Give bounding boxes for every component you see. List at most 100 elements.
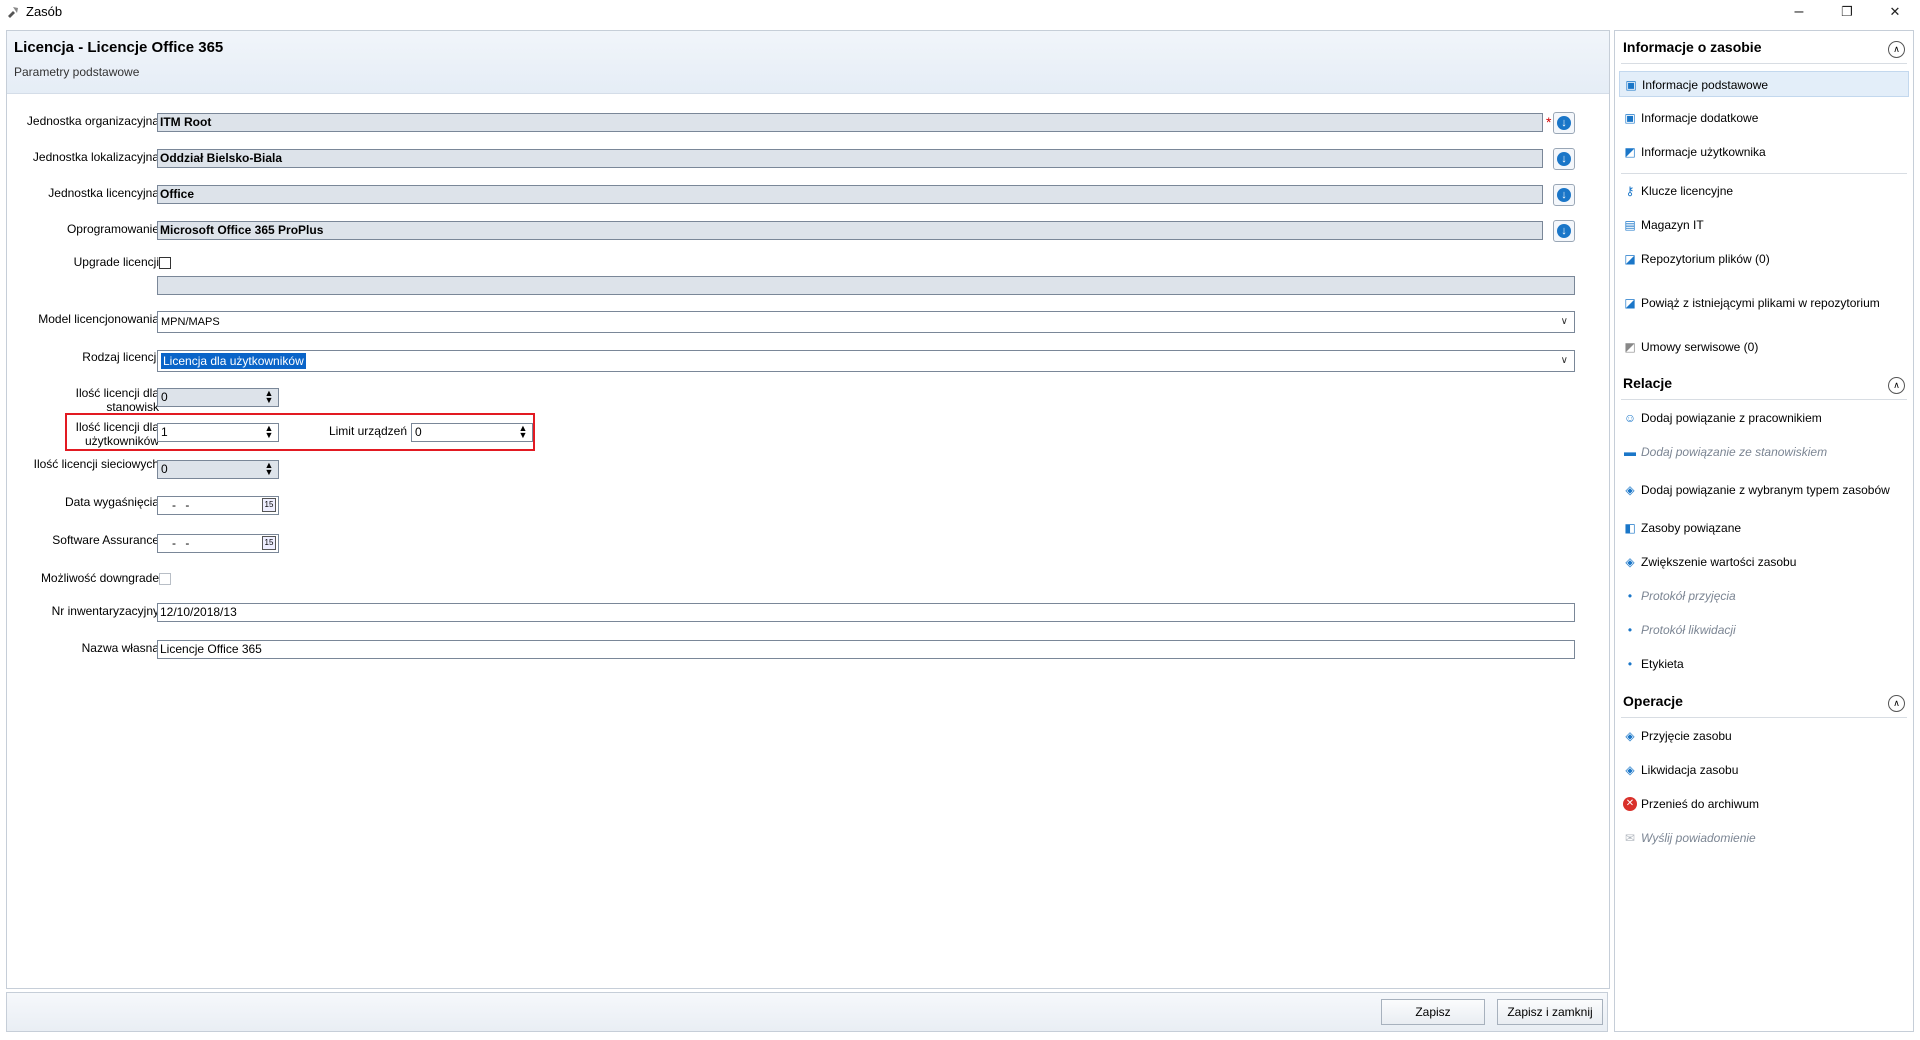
label-jednostka-organizacyjna: Jednostka organizacyjna xyxy=(26,114,159,128)
rodzaj-licencji-select[interactable]: Licencja dla użytkowników ∨ xyxy=(157,350,1575,372)
side-item-zasoby-powiazane[interactable]: ◧ Zasoby powiązane xyxy=(1619,515,1909,541)
protocol-icon: • xyxy=(1627,623,1633,637)
mail-icon: ✉ xyxy=(1624,831,1636,845)
label-icon: • xyxy=(1627,657,1633,671)
side-item-zwiekszenie-wartosci[interactable]: ◈ Zwiększenie wartości zasobu xyxy=(1619,549,1909,575)
side-item-label: Zwiększenie wartości zasobu xyxy=(1641,555,1797,569)
info-form-icon: ▣ xyxy=(1624,111,1636,125)
jednostka-lokalizacyjna-field[interactable]: Oddział Bielsko-Biala xyxy=(157,149,1543,168)
pick-jednostka-organizacyjna-button[interactable]: ↓ xyxy=(1553,112,1575,134)
side-item-protokol-przyjecia: • Protokół przyjęcia xyxy=(1619,583,1909,609)
save-button[interactable]: Zapisz xyxy=(1381,999,1485,1025)
upgrade-licencji-checkbox[interactable] xyxy=(159,257,171,269)
ilosc-stanowisk-value: 0 xyxy=(161,390,168,404)
side-item-info-podstawowe[interactable]: ▣ Informacje podstawowe xyxy=(1619,71,1909,97)
minimize-button[interactable]: – xyxy=(1776,0,1822,24)
side-item-przyjecie-zasobu[interactable]: ◈ Przyjęcie zasobu xyxy=(1619,723,1909,749)
page-title: Licencja - Licencje Office 365 xyxy=(14,39,224,56)
side-item-label: Zasoby powiązane xyxy=(1641,521,1742,535)
side-item-label: Dodaj powiązanie z pracownikiem xyxy=(1641,411,1822,425)
label-nr-inwentaryzacyjny: Nr inwentaryzacyjny xyxy=(51,604,159,618)
side-item-magazyn-it[interactable]: ▤ Magazyn IT xyxy=(1619,212,1909,238)
spin-arrows-icon[interactable]: ▲ ▼ xyxy=(262,389,276,405)
jednostka-licencyjna-field[interactable]: Office xyxy=(157,185,1543,204)
page-subtitle: Parametry podstawowe xyxy=(14,65,140,79)
side-item-label: Informacje podstawowe xyxy=(1642,78,1769,92)
title-bar: Zasób – ❐ ✕ xyxy=(0,0,1920,24)
workstation-link-icon: ▬ xyxy=(1624,445,1636,459)
side-item-klucze-licencyjne[interactable]: ⚷ Klucze licencyjne xyxy=(1619,178,1909,204)
side-item-info-dodatkowe[interactable]: ▣ Informacje dodatkowe xyxy=(1619,105,1909,131)
window-title: Zasób xyxy=(26,4,63,19)
side-item-przenies-archiwum[interactable]: ✕ Przenieś do archiwum xyxy=(1619,791,1909,817)
side-item-repozytorium[interactable]: ◪ Repozytorium plików (0) xyxy=(1619,246,1909,272)
label-nazwa-wlasna: Nazwa własna xyxy=(81,641,159,655)
side-item-label: Informacje dodatkowe xyxy=(1641,111,1759,125)
archive-remove-icon: ✕ xyxy=(1623,797,1637,811)
resource-type-link-icon: ◈ xyxy=(1625,483,1635,497)
side-item-label: Wyślij powiadomienie xyxy=(1641,831,1756,845)
label-rodzaj-licencji: Rodzaj licencji xyxy=(82,350,159,364)
ilosc-sieciowych-value: 0 xyxy=(161,462,168,476)
side-item-label: Przyjęcie zasobu xyxy=(1641,729,1732,743)
ilosc-stanowisk-stepper[interactable]: 0 ▲ ▼ xyxy=(157,388,279,407)
side-item-powiaz-pliki[interactable]: ◪ Powiąż z istniejącymi plikami w repozy… xyxy=(1619,290,1909,316)
collapse-operacje-button[interactable]: ∧ xyxy=(1888,695,1905,712)
chevron-down-icon: ∨ xyxy=(1560,316,1568,327)
label-ilosc-stanowisk-line2: stanowisk xyxy=(106,400,159,414)
spin-arrows-icon[interactable]: ▲ ▼ xyxy=(262,461,276,477)
model-licencjonowania-select[interactable]: MPN/MAPS ∨ xyxy=(157,311,1575,333)
contract-icon: ◩ xyxy=(1624,340,1636,354)
side-item-label: Umowy serwisowe (0) xyxy=(1641,340,1759,354)
liquidate-resource-icon: ◈ xyxy=(1625,763,1635,777)
label-ilosc-stanowisk: Ilość licencji dla stanowisk xyxy=(0,386,159,414)
side-item-etykieta[interactable]: • Etykieta xyxy=(1619,651,1909,677)
upgrade-licencji-field[interactable] xyxy=(157,276,1575,295)
form-header: Licencja - Licencje Office 365 Parametry… xyxy=(7,31,1609,94)
close-button[interactable]: ✕ xyxy=(1872,0,1918,24)
software-assurance-field[interactable]: - - 15 xyxy=(157,534,279,553)
pick-jednostka-lokalizacyjna-button[interactable]: ↓ xyxy=(1553,148,1575,170)
collapse-relacje-button[interactable]: ∧ xyxy=(1888,377,1905,394)
arrow-down-circle-icon: ↓ xyxy=(1557,224,1571,238)
model-licencjonowania-value: MPN/MAPS xyxy=(161,316,220,328)
nazwa-wlasna-field[interactable]: Licencje Office 365 xyxy=(157,640,1575,659)
main-panel: Licencja - Licencje Office 365 Parametry… xyxy=(6,30,1610,989)
label-upgrade-licencji: Upgrade licencji xyxy=(73,255,159,269)
side-item-umowy-serwisowe[interactable]: ◩ Umowy serwisowe (0) xyxy=(1619,334,1909,360)
pick-oprogramowanie-button[interactable]: ↓ xyxy=(1553,220,1575,242)
jednostka-organizacyjna-field[interactable]: ITM Root xyxy=(157,113,1543,132)
nr-inwentaryzacyjny-field[interactable]: 12/10/2018/13 xyxy=(157,603,1575,622)
side-item-label: Informacje użytkownika xyxy=(1641,145,1766,159)
related-resources-icon: ◧ xyxy=(1624,521,1636,535)
save-and-close-button[interactable]: Zapisz i zamknij xyxy=(1497,999,1603,1025)
side-item-powiazanie-typ-zasobow[interactable]: ◈ Dodaj powiązanie z wybranym typem zaso… xyxy=(1619,477,1909,503)
software-assurance-value: - - xyxy=(172,536,193,550)
ilosc-sieciowych-stepper[interactable]: 0 ▲ ▼ xyxy=(157,460,279,479)
side-item-info-uzytkownika[interactable]: ◩ Informacje użytkownika xyxy=(1619,139,1909,165)
side-item-label: Dodaj powiązanie ze stanowiskiem xyxy=(1641,445,1828,459)
label-jednostka-licencyjna: Jednostka licencyjna xyxy=(48,186,159,200)
side-panel: Informacje o zasobie ∧ ▣ Informacje pods… xyxy=(1614,30,1914,1032)
label-ilosc-sieciowych: Ilość licencji sieciowych xyxy=(33,457,159,471)
data-wygasniecia-field[interactable]: - - 15 xyxy=(157,496,279,515)
side-item-powiazanie-pracownik[interactable]: ☺ Dodaj powiązanie z pracownikiem xyxy=(1619,405,1909,431)
pick-jednostka-licencyjna-button[interactable]: ↓ xyxy=(1553,184,1575,206)
label-oprogramowanie: Oprogramowanie xyxy=(66,222,159,236)
side-item-label: Powiąż z istniejącymi plikami w repozyto… xyxy=(1641,296,1880,310)
restore-button[interactable]: ❐ xyxy=(1824,0,1870,24)
accept-resource-icon: ◈ xyxy=(1625,729,1635,743)
chevron-down-icon: ∨ xyxy=(1560,355,1568,366)
rodzaj-licencji-value: Licencja dla użytkowników xyxy=(161,353,306,369)
data-wygasniecia-value: - - xyxy=(172,498,193,512)
section-title-relacje: Relacje xyxy=(1623,375,1673,391)
collapse-info-button[interactable]: ∧ xyxy=(1888,41,1905,58)
arrow-down-circle-icon: ↓ xyxy=(1557,116,1571,130)
oprogramowanie-field[interactable]: Microsoft Office 365 ProPlus xyxy=(157,221,1543,240)
link-files-icon: ◪ xyxy=(1624,296,1636,310)
side-item-label: Likwidacja zasobu xyxy=(1641,763,1739,777)
value-increase-icon: ◈ xyxy=(1625,555,1635,569)
calendar-icon[interactable]: 15 xyxy=(262,498,276,512)
calendar-icon[interactable]: 15 xyxy=(262,536,276,550)
side-item-likwidacja-zasobu[interactable]: ◈ Likwidacja zasobu xyxy=(1619,757,1909,783)
